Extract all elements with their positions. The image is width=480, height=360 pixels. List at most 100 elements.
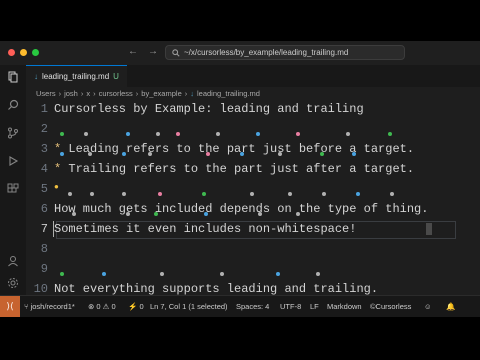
line-number: 3 [40,142,48,156]
editor-line[interactable]: 8 [26,239,480,259]
breadcrumb-cursorless[interactable]: cursorless [99,89,133,98]
cursorless-hat [250,192,254,196]
breadcrumb-x[interactable]: x [86,89,90,98]
cursorless-hat [156,132,160,136]
breadcrumb-josh[interactable]: josh [64,89,78,98]
cursorless-hat [88,152,92,156]
ports-indicator[interactable]: ⚡ 0 [128,296,144,317]
editor-line[interactable]: 4 * Trailing refers to the part just aft… [26,159,480,179]
cursorless-hat [90,192,94,196]
scrollbar-thumb[interactable] [426,223,432,235]
markdown-file-icon: ↓ [190,88,194,98]
line-text: Sometimes it even includes non-whitespac… [54,222,357,236]
eol-setting[interactable]: LF [310,296,319,317]
cursorless-hat [206,152,210,156]
cursorless-hat [296,212,300,216]
tab-bar: ↓ leading_trailing.md U [26,65,480,87]
activity-bar [0,65,26,295]
lightbulb-icon[interactable]: ● [54,183,59,192]
line-number: 8 [40,242,48,256]
cursorless-hat [388,132,392,136]
editor-line-current[interactable]: 7 Sometimes it even includes non-whitesp… [26,219,480,239]
cursorless-hat [204,212,208,216]
minimize-window-button[interactable] [20,49,27,56]
command-center[interactable]: ~/x/cursorless/by_example/leading_traili… [165,45,405,60]
editor-line[interactable]: 3 * Leading refers to the part just befo… [26,139,480,159]
problems-indicator[interactable]: ⊗ 0 ⚠ 0 [88,296,116,317]
cursorless-hat [296,132,300,136]
text-cursor [53,221,54,237]
breadcrumb-file[interactable]: leading_trailing.md [197,89,260,98]
copilot-icon[interactable]: ☺ [424,296,432,317]
cursorless-hat [160,272,164,276]
editor-line[interactable]: 5 ● [26,179,480,199]
line-number: 9 [40,262,48,276]
back-arrow-icon[interactable]: ← [128,46,138,57]
settings-gear-icon[interactable] [7,277,19,289]
cursorless-hat [126,212,130,216]
cursorless-hat [346,132,350,136]
markdown-file-icon: ↓ [34,72,38,81]
search-icon [172,48,180,57]
accounts-icon[interactable] [7,255,19,267]
chevron-right-icon: › [135,88,139,98]
chevron-right-icon: › [184,88,188,98]
indentation-setting[interactable]: Spaces: 4 [236,296,269,317]
run-debug-icon[interactable] [7,155,19,167]
search-view-icon[interactable] [7,99,19,111]
line-text: * Trailing refers to the part just after… [54,159,414,179]
cursorless-hat [158,192,162,196]
encoding-setting[interactable]: UTF-8 [280,296,301,317]
explorer-icon[interactable] [7,71,19,83]
cursorless-hat [154,212,158,216]
cursorless-hat [84,132,88,136]
cursorless-hat [68,192,72,196]
line-number: 5 [40,182,48,196]
cursorless-hat [278,152,282,156]
cursorless-hat [216,132,220,136]
forward-arrow-icon[interactable]: → [148,46,158,57]
cursorless-hat [122,152,126,156]
cursorless-hat [202,192,206,196]
language-mode[interactable]: Markdown [327,296,362,317]
cursorless-label: Cursorless [375,302,412,311]
close-window-button[interactable] [8,49,15,56]
cursorless-hat [288,192,292,196]
cursorless-hat [126,132,130,136]
cursorless-hat [258,212,262,216]
notifications-bell-icon[interactable]: 🔔 [446,296,455,317]
line-number: 2 [40,122,48,136]
cursorless-hat [320,152,324,156]
command-center-path: ~/x/cursorless/by_example/leading_traili… [184,48,349,57]
line-number: 7 [40,222,48,236]
cursor-position[interactable]: Ln 7, Col 1 (1 selected) [150,296,228,317]
editor-line[interactable]: 9 [26,259,480,279]
breadcrumb-users[interactable]: Users [36,89,56,98]
cursorless-hat [316,272,320,276]
tab-leading-trailing[interactable]: ↓ leading_trailing.md U [26,65,127,87]
branch-indicator[interactable]: ⑂ josh/record1* [24,296,75,317]
extensions-icon[interactable] [7,183,19,195]
editor[interactable]: 1 Cursorless by Example: leading and tra… [26,99,480,296]
error-count: 0 [96,302,101,311]
cursorless-extension-status[interactable]: ©Cursorless [370,296,411,317]
editor-line[interactable]: 2 [26,119,480,139]
line-content: Leading refers to the part just before a… [61,142,415,156]
cursorless-hat [60,132,64,136]
cursorless-hat [352,152,356,156]
breadcrumb-by-example[interactable]: by_example [141,89,181,98]
editor-line[interactable]: 6 How much gets included depends on the … [26,199,480,219]
chevron-right-icon: › [93,88,96,98]
tab-label: leading_trailing.md [42,72,110,81]
ports-count: 0 [139,302,144,311]
vscode-window: ← → ~/x/cursorless/by_example/leading_tr… [0,41,480,317]
cursorless-hat [148,152,152,156]
cursorless-hat [60,152,64,156]
editor-line[interactable]: 1 Cursorless by Example: leading and tra… [26,99,480,119]
tab-untracked-badge: U [113,72,119,81]
source-control-icon[interactable] [7,127,19,139]
maximize-window-button[interactable] [32,49,39,56]
cursorless-hat [276,272,280,276]
chevron-right-icon: › [58,88,62,98]
remote-indicator-icon[interactable]: ⟩⟨ [0,296,20,317]
